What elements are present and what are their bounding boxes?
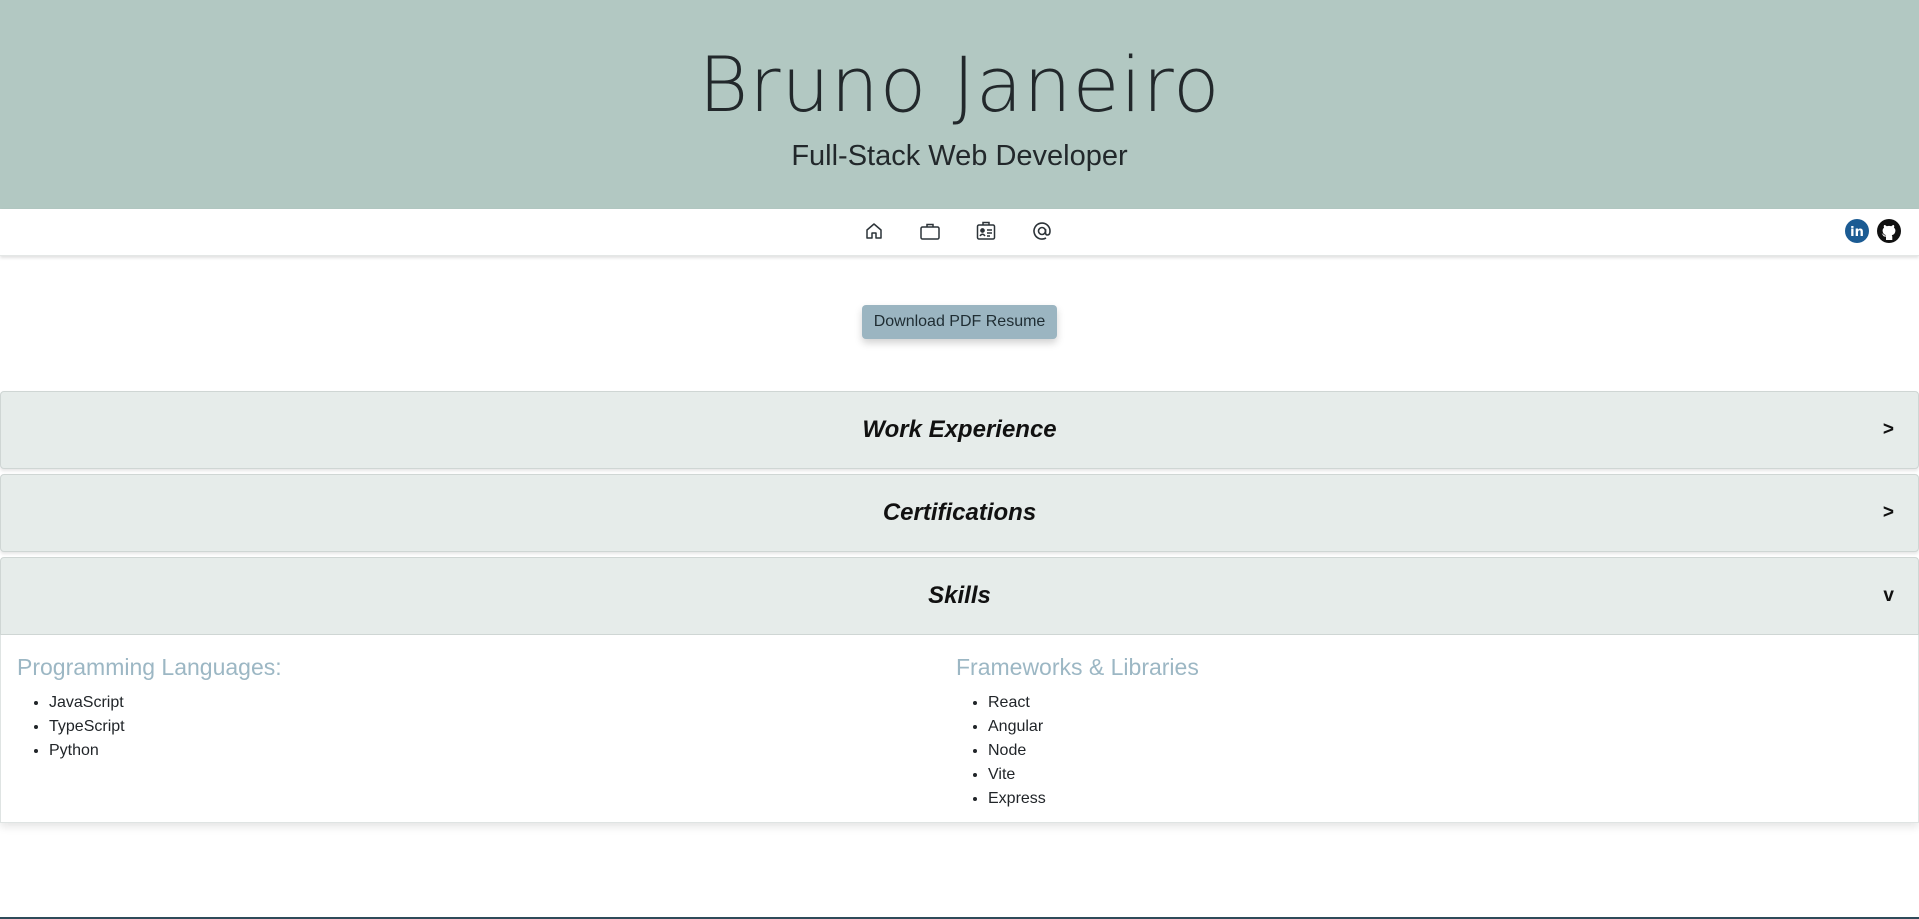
header-name: Bruno Janeiro: [698, 40, 1221, 129]
skill-heading: Frameworks & Libraries: [956, 654, 1199, 680]
list-item: Vite: [988, 763, 1199, 787]
list-item: Angular: [988, 715, 1199, 739]
download-pdf-resume-button[interactable]: Download PDF Resume: [861, 305, 1058, 339]
nav-icons: [862, 219, 1054, 243]
navbar: in: [0, 209, 1919, 256]
frameworks-libraries-section: Frameworks & Libraries React Angular Nod…: [1, 635, 1199, 811]
github-icon[interactable]: [1876, 218, 1902, 244]
list-item: Express: [988, 787, 1199, 811]
list-item: Node: [988, 739, 1199, 763]
list-item: React: [988, 691, 1199, 715]
chevron-right-icon: >: [1882, 502, 1894, 523]
chevron-right-icon: >: [1882, 419, 1894, 440]
accordion-work-experience[interactable]: Work Experience >: [0, 391, 1919, 469]
accordion-title: Work Experience: [862, 416, 1057, 443]
at-sign-icon[interactable]: [1030, 219, 1054, 243]
resume-accordion: Work Experience > Certifications > Skill…: [0, 391, 1919, 823]
skills-panel: Programming Languages: JavaScript TypeSc…: [0, 635, 1919, 823]
linkedin-icon-label: in: [1850, 225, 1864, 240]
download-section: Download PDF Resume: [0, 305, 1919, 341]
briefcase-icon[interactable]: [918, 219, 942, 243]
accordion-skills[interactable]: Skills v: [0, 557, 1919, 635]
home-icon[interactable]: [862, 219, 886, 243]
header-job-title: Full-Stack Web Developer: [791, 140, 1128, 172]
social-links: in: [1844, 218, 1902, 244]
accordion-certifications[interactable]: Certifications >: [0, 474, 1919, 552]
accordion-title: Certifications: [882, 499, 1037, 526]
resume-card-icon[interactable]: [974, 219, 998, 243]
accordion-title: Skills: [928, 582, 991, 609]
page-header: Bruno Janeiro Full-Stack Web Developer: [0, 0, 1919, 209]
skill-list: React Angular Node Vite Express: [956, 691, 1199, 811]
chevron-down-icon: v: [1883, 585, 1894, 606]
linkedin-icon[interactable]: in: [1844, 218, 1870, 244]
